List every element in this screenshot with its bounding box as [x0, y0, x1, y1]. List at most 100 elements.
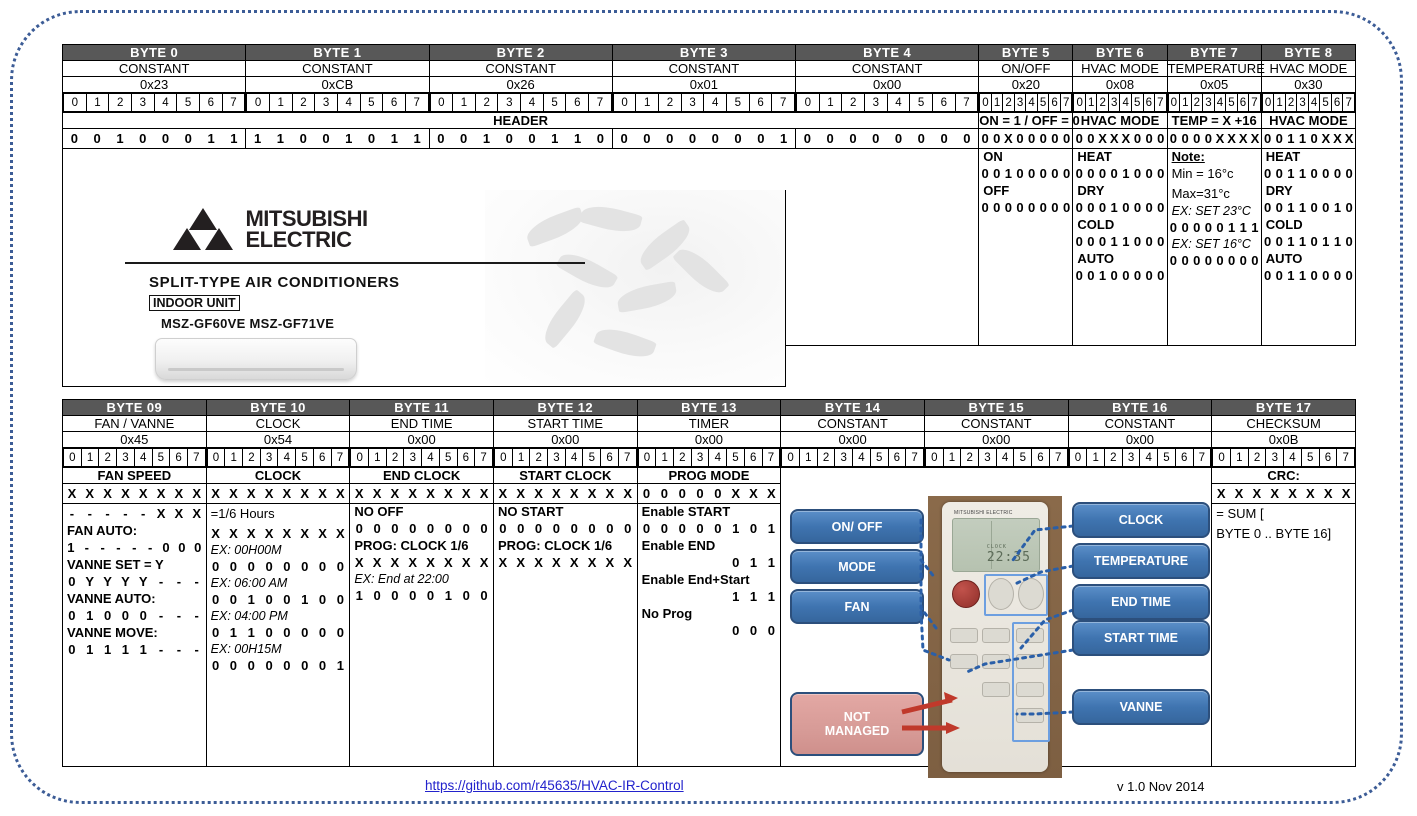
- bit-cell: X: [1247, 484, 1266, 503]
- github-link[interactable]: https://github.com/r45635/HVAC-IR-Contro…: [425, 778, 684, 793]
- product-category: SPLIT-TYPE AIR CONDITIONERS: [149, 274, 400, 291]
- bit-cell: 0: [385, 519, 404, 538]
- byte-hex-3: 0x00: [492, 431, 638, 448]
- button-mode[interactable]: MODE: [790, 549, 924, 584]
- bit-cell: 0: [1179, 218, 1191, 237]
- bit-cell: 0: [1143, 266, 1155, 285]
- button-start-time[interactable]: START TIME: [1072, 620, 1210, 656]
- bit-cell: X: [493, 484, 512, 503]
- section-crc: CRC:: [1211, 467, 1356, 484]
- bit-cell: -: [134, 504, 153, 523]
- byte11-detail: NO OFF 0 0 0 0 0 0 0 0 PROG: CLOCK 1/6 X X X X X X X X EX:…: [349, 503, 494, 767]
- bit-cell: 0: [655, 519, 674, 538]
- button-end-time[interactable]: END TIME: [1072, 584, 1210, 620]
- bit-cell: 0: [360, 129, 383, 148]
- bit-index-strip: 01234567: [63, 93, 246, 112]
- product-unit-type: INDOOR UNIT: [149, 295, 240, 311]
- bit-cell: 0: [368, 586, 386, 605]
- bit-cell: 0: [350, 519, 369, 538]
- bit-cell: 1: [337, 129, 361, 148]
- byte-bits-5: 00X00000: [978, 128, 1074, 149]
- bit-cell: 0: [635, 129, 659, 148]
- fan-option-bits: 01000---: [63, 606, 206, 625]
- section-5: ON = 1 / OFF = 0: [978, 112, 1080, 129]
- bit-cell: 0: [1343, 266, 1355, 285]
- bit-index: 4: [1213, 93, 1227, 112]
- bit-cell: X: [583, 484, 601, 503]
- bit-index: 4: [1139, 448, 1159, 467]
- bit-cell: 0: [691, 484, 709, 503]
- bit-cell: 0: [1319, 266, 1332, 285]
- bit-cell: X: [169, 484, 188, 503]
- bit-index: 3: [1121, 448, 1141, 467]
- bit-cell: 0: [1096, 232, 1109, 251]
- bit-index: 1: [85, 93, 110, 112]
- byte-title-7: CONSTANT: [1067, 415, 1213, 432]
- bit-index: 5: [151, 448, 171, 467]
- button-temperature[interactable]: TEMPERATURE: [1072, 543, 1210, 579]
- bit-cell: 1: [1096, 266, 1109, 285]
- bit-row-2: 00100110: [429, 129, 612, 148]
- bit-cell: X: [385, 484, 404, 503]
- byte-hex-7: 0x05: [1166, 76, 1262, 93]
- byte-bits-0: XXXXXXXX: [62, 483, 207, 504]
- button-clock[interactable]: CLOCK: [1072, 502, 1210, 538]
- mode-bits: 00001000: [1073, 164, 1167, 183]
- bit-cell: X: [277, 524, 296, 543]
- bit-cell: 1: [1296, 164, 1309, 183]
- byte-bits-1: 11001011: [245, 128, 430, 149]
- bit-cell: 0: [493, 519, 512, 538]
- bit-cell: 0: [1143, 164, 1155, 183]
- bit-index: 7: [1154, 93, 1167, 112]
- byte-title-6: HVAC MODE: [1072, 60, 1168, 77]
- bit-cell: 0: [909, 129, 933, 148]
- byte-bits-6: 00XXX000: [1072, 128, 1168, 149]
- bit-cell: 0: [1002, 198, 1015, 217]
- bit-index: 0: [63, 93, 87, 112]
- bit-cell: 0: [1131, 164, 1144, 183]
- bit-cell: 0: [1143, 232, 1155, 251]
- bit-cell: 0: [1085, 198, 1097, 217]
- prog-option-bits: 111: [637, 587, 781, 606]
- bit-cell: X: [1343, 129, 1355, 148]
- bit-cell: X: [529, 553, 548, 572]
- byte-title-8: HVAC MODE: [1260, 60, 1357, 77]
- bit-cell: 0: [1014, 129, 1026, 148]
- byte-hex-1: 0x54: [205, 431, 351, 448]
- bit-index: 0: [429, 93, 454, 112]
- bit-cell: X: [600, 553, 619, 572]
- byte-header-1: BYTE 1: [245, 44, 430, 61]
- bit-cell: X: [403, 484, 422, 503]
- bit-cell: 0: [206, 623, 225, 642]
- bit-cell: X: [98, 484, 117, 503]
- mode-label: HEAT: [1077, 149, 1112, 164]
- bit-index: 7: [588, 93, 612, 112]
- bit-cell: 0: [1179, 251, 1191, 270]
- mode-bits: 00100000: [1073, 266, 1167, 285]
- bit-cell: X: [295, 484, 314, 503]
- bit-index: 4: [1119, 93, 1132, 112]
- bit-cell: 0: [726, 553, 745, 572]
- bit-cell: 0: [206, 557, 225, 576]
- bit-cell: 0: [260, 557, 278, 576]
- button-vanne[interactable]: VANNE: [1072, 689, 1210, 725]
- bit-cell: 1: [1119, 232, 1132, 251]
- bit-cell: X: [1331, 129, 1344, 148]
- byte-bitindex-row: 0123456701234567012345670123456701234567…: [62, 447, 1356, 468]
- bit-index: 7: [1336, 448, 1355, 467]
- button-fan[interactable]: FAN: [790, 589, 924, 624]
- bit-index: 2: [291, 93, 316, 112]
- bit-cell: 0: [1143, 198, 1155, 217]
- bit-index: 1: [655, 448, 675, 467]
- button-on-off[interactable]: ON/ OFF: [790, 509, 924, 544]
- bit-cell: [637, 587, 656, 606]
- bit-cell: X: [224, 484, 243, 503]
- bit-index: 4: [886, 93, 911, 112]
- bit-cell: 0: [1237, 251, 1250, 270]
- section-2: END CLOCK: [349, 467, 494, 484]
- bit-cell: 1: [1119, 164, 1132, 183]
- bit-cell: 0: [1014, 164, 1026, 183]
- bit-cell: 1: [224, 623, 243, 642]
- bit-index: 0: [796, 93, 820, 112]
- bit-cell: 0: [1025, 198, 1038, 217]
